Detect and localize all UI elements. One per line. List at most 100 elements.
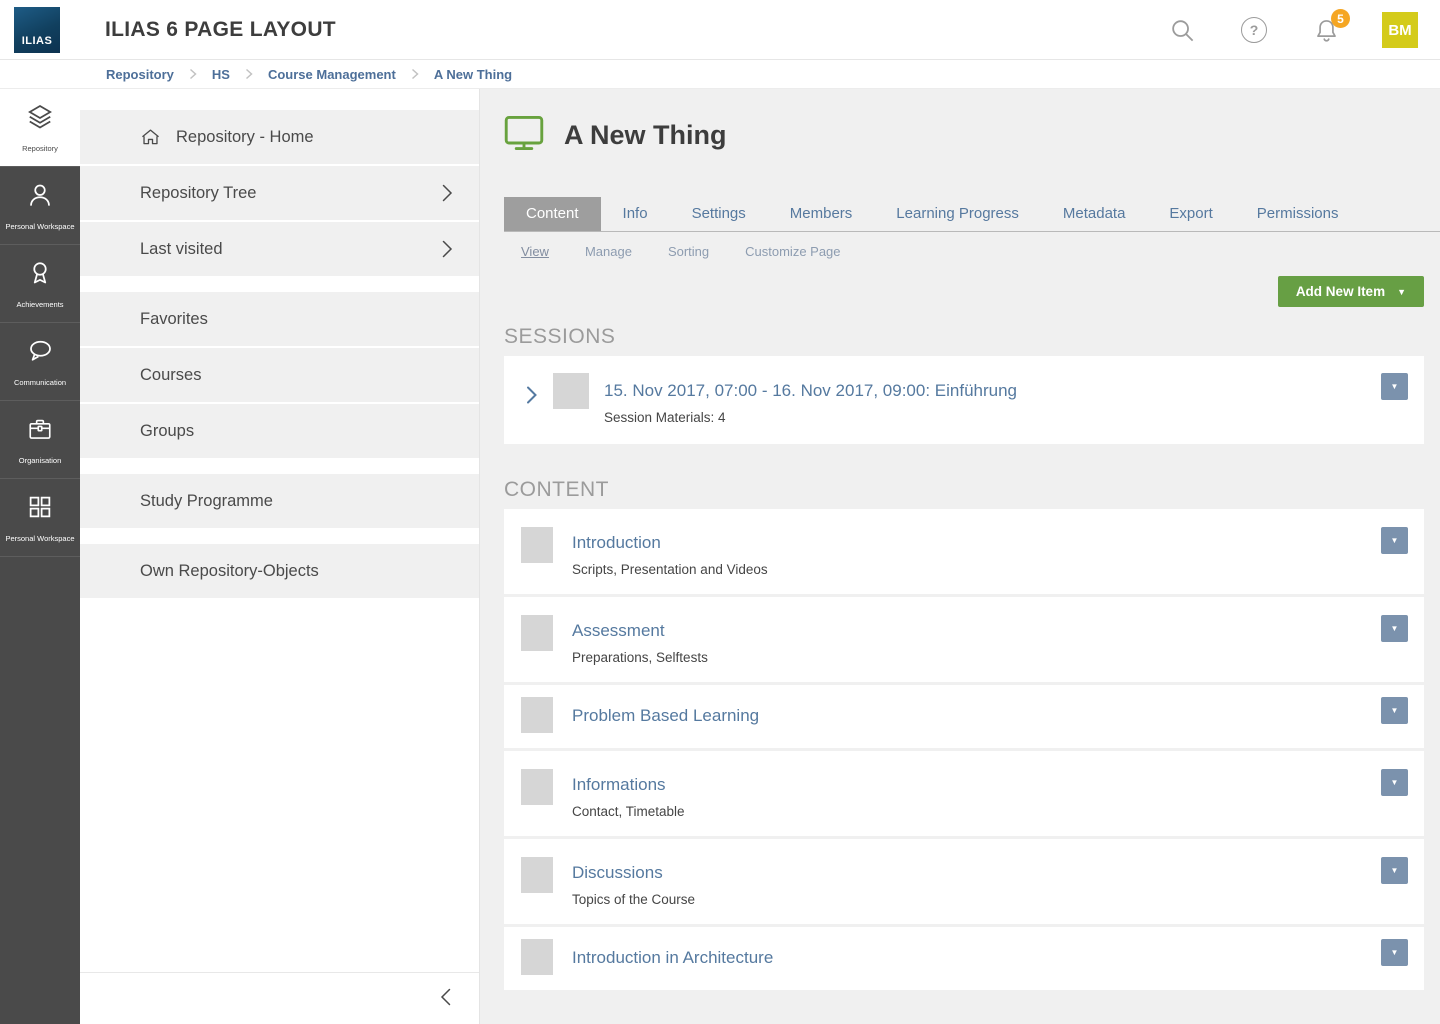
- sidebar-group: Favorites Courses Groups: [80, 292, 479, 458]
- breadcrumb-repository[interactable]: Repository: [106, 67, 174, 82]
- logo-text: ILIAS: [22, 35, 53, 47]
- tab-settings[interactable]: Settings: [670, 197, 768, 231]
- sidebar-item-own-repository-objects[interactable]: Own Repository-Objects: [80, 544, 479, 598]
- sidebar-item-repository-tree[interactable]: Repository Tree: [80, 166, 479, 220]
- sidebar-item-label: Favorites: [140, 310, 208, 329]
- app-title: ILIAS 6 PAGE LAYOUT: [105, 18, 336, 42]
- sidebar-item-study-programme[interactable]: Study Programme: [80, 474, 479, 528]
- subtab-sorting[interactable]: Sorting: [668, 244, 709, 259]
- item-title-link[interactable]: Discussions: [572, 863, 695, 883]
- user-icon: [25, 180, 55, 215]
- content-row-introduction-in-architecture: Introduction in Architecture ▼: [504, 927, 1424, 990]
- sidebar-item-label: Own Repository-Objects: [140, 562, 319, 581]
- caret-down-icon: ▼: [1391, 866, 1399, 875]
- header: ILIAS ILIAS 6 PAGE LAYOUT ? 5 BM: [0, 0, 1440, 60]
- sidebar-item-label: Last visited: [140, 240, 223, 259]
- add-new-item-button[interactable]: Add New Item ▼: [1278, 276, 1424, 307]
- session-title-link[interactable]: 15. Nov 2017, 07:00 - 16. Nov 2017, 09:0…: [604, 381, 1017, 401]
- subtab-view[interactable]: View: [521, 244, 549, 259]
- item-thumbnail: [521, 857, 553, 893]
- grid-icon: [25, 492, 55, 527]
- question-glyph: ?: [1250, 22, 1259, 38]
- session-actions-dropdown[interactable]: ▼: [1381, 373, 1408, 400]
- item-description: Topics of the Course: [572, 892, 695, 907]
- sidebar-group: Study Programme: [80, 474, 479, 528]
- item-description: Preparations, Selftests: [572, 650, 708, 665]
- item-title-link[interactable]: Introduction in Architecture: [572, 948, 773, 968]
- sidebar-item-label: Study Programme: [140, 492, 273, 511]
- rail-item-label: Personal Workspace: [5, 222, 74, 231]
- breadcrumb-a-new-thing[interactable]: A New Thing: [434, 67, 512, 82]
- item-text: Introduction in Architecture: [572, 939, 773, 968]
- sidebar-item-repository-home[interactable]: Repository - Home: [80, 110, 479, 164]
- tab-metadata[interactable]: Metadata: [1041, 197, 1148, 231]
- item-description: Contact, Timetable: [572, 804, 685, 819]
- sidebar-footer: [80, 972, 479, 1024]
- rail-item-label: Organisation: [19, 456, 62, 465]
- item-title-link[interactable]: Assessment: [572, 621, 708, 641]
- rail-item-personal-workspace-2[interactable]: Personal Workspace: [0, 479, 80, 557]
- item-actions-dropdown[interactable]: ▼: [1381, 527, 1408, 554]
- ilias-logo[interactable]: ILIAS: [14, 7, 60, 53]
- tab-learning-progress[interactable]: Learning Progress: [874, 197, 1041, 231]
- rail-item-personal-workspace[interactable]: Personal Workspace: [0, 167, 80, 245]
- item-actions-dropdown[interactable]: ▼: [1381, 857, 1408, 884]
- rail-item-organisation[interactable]: Organisation: [0, 401, 80, 479]
- chevron-left-icon: [437, 985, 455, 1012]
- speech-bubble-icon: [25, 336, 55, 371]
- content-row-assessment: Assessment Preparations, Selftests ▼: [504, 597, 1424, 682]
- tab-info[interactable]: Info: [601, 197, 670, 231]
- sidebar-item-label: Groups: [140, 422, 194, 441]
- rail-item-achievements[interactable]: Achievements: [0, 245, 80, 323]
- content-row-introduction: Introduction Scripts, Presentation and V…: [504, 509, 1424, 594]
- tab-permissions[interactable]: Permissions: [1235, 197, 1361, 231]
- session-text: 15. Nov 2017, 07:00 - 16. Nov 2017, 09:0…: [604, 373, 1017, 425]
- rail-item-label: Repository: [22, 144, 58, 153]
- chevron-right-icon: [188, 68, 198, 80]
- caret-down-icon: ▼: [1391, 382, 1399, 391]
- subtab-manage[interactable]: Manage: [585, 244, 632, 259]
- caret-down-icon: ▼: [1391, 624, 1399, 633]
- collapse-sidebar-button[interactable]: [437, 985, 455, 1012]
- item-title-link[interactable]: Introduction: [572, 533, 768, 553]
- search-icon[interactable]: [1168, 16, 1196, 44]
- help-icon[interactable]: ?: [1240, 16, 1268, 44]
- sidebar-item-courses[interactable]: Courses: [80, 348, 479, 402]
- expand-session-button[interactable]: [523, 384, 540, 409]
- page-head: A New Thing: [504, 115, 1424, 155]
- breadcrumb-hs[interactable]: HS: [212, 67, 230, 82]
- bell-icon[interactable]: 5: [1312, 16, 1340, 44]
- item-text: Assessment Preparations, Selftests: [572, 615, 708, 665]
- tab-export[interactable]: Export: [1147, 197, 1234, 231]
- sidebar-item-last-visited[interactable]: Last visited: [80, 222, 479, 276]
- sidebar-item-favorites[interactable]: Favorites: [80, 292, 479, 346]
- subtab-customize-page[interactable]: Customize Page: [745, 244, 840, 259]
- breadcrumb-course-management[interactable]: Course Management: [268, 67, 396, 82]
- item-title-link[interactable]: Problem Based Learning: [572, 706, 759, 726]
- subtab-bar: View Manage Sorting Customize Page: [504, 244, 1424, 259]
- section-heading-content: CONTENT: [504, 478, 1424, 502]
- caret-down-icon: ▼: [1397, 287, 1406, 297]
- chevron-right-icon: [523, 384, 540, 409]
- briefcase-icon: [25, 414, 55, 449]
- tab-members[interactable]: Members: [768, 197, 875, 231]
- item-actions-dropdown[interactable]: ▼: [1381, 939, 1408, 966]
- page-title: A New Thing: [564, 120, 727, 151]
- tab-content[interactable]: Content: [504, 197, 601, 231]
- item-actions-dropdown[interactable]: ▼: [1381, 769, 1408, 796]
- item-thumbnail: [521, 697, 553, 733]
- caret-down-icon: ▼: [1391, 536, 1399, 545]
- item-title-link[interactable]: Informations: [572, 775, 685, 795]
- rail-item-communication[interactable]: Communication: [0, 323, 80, 401]
- item-actions-dropdown[interactable]: ▼: [1381, 615, 1408, 642]
- item-actions-dropdown[interactable]: ▼: [1381, 697, 1408, 724]
- avatar[interactable]: BM: [1382, 12, 1418, 48]
- sidebar-group: Repository - Home Repository Tree Last v…: [80, 110, 479, 276]
- sidebar-item-groups[interactable]: Groups: [80, 404, 479, 458]
- home-icon: [140, 127, 161, 148]
- sidebar: Repository - Home Repository Tree Last v…: [80, 89, 480, 1024]
- item-text: Discussions Topics of the Course: [572, 857, 695, 907]
- rail-item-label: Communication: [14, 378, 66, 387]
- item-thumbnail: [521, 527, 553, 563]
- rail-item-repository[interactable]: Repository: [0, 89, 80, 167]
